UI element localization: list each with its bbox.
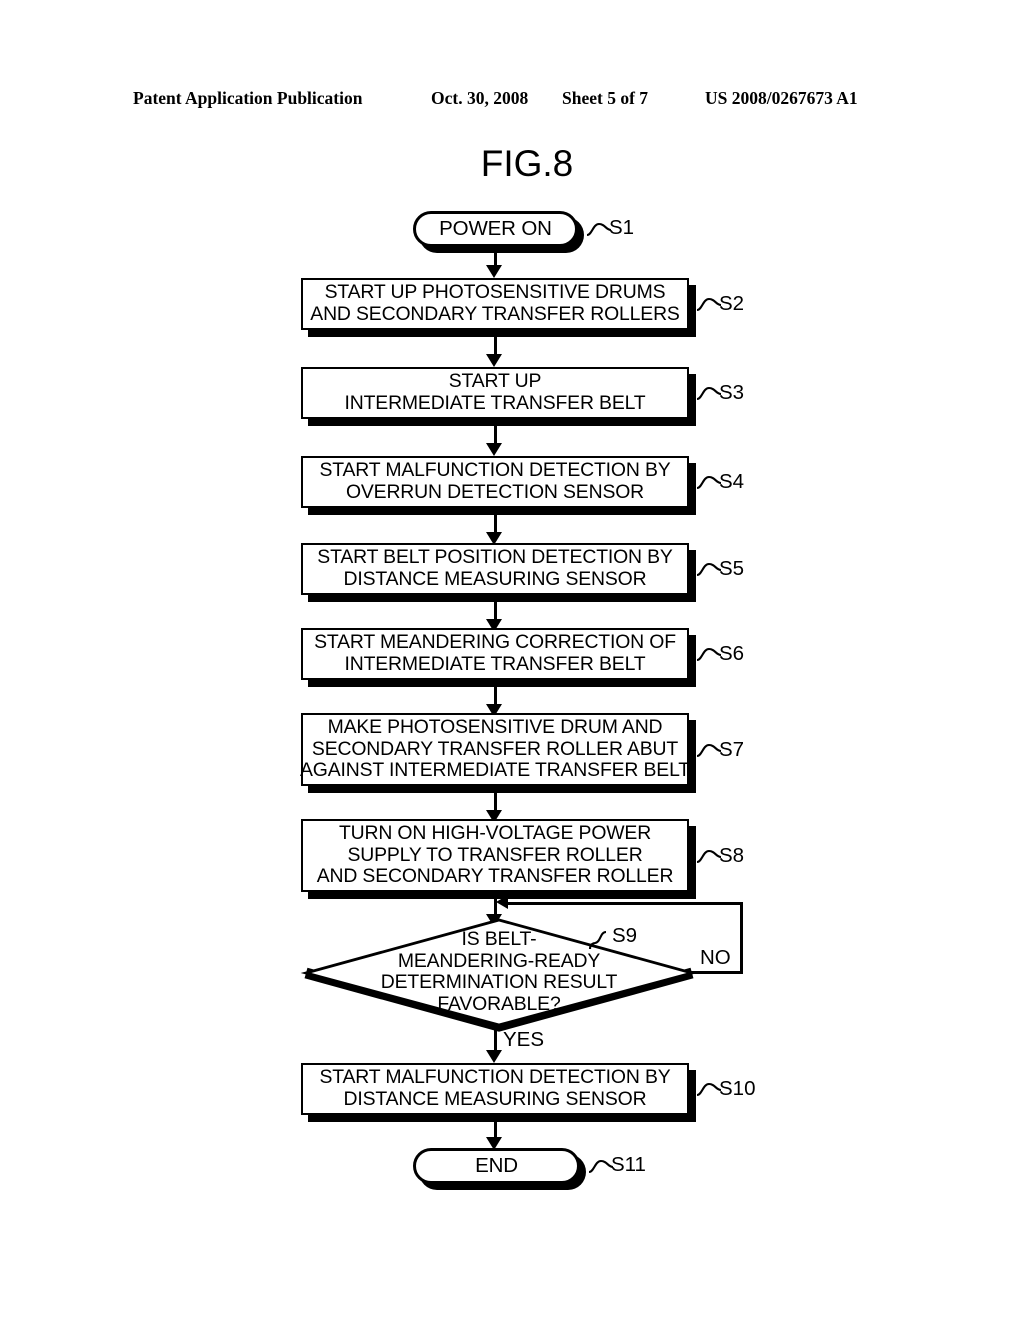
node-s5-belt-position-detection: START BELT POSITION DETECTION BY DISTANC… xyxy=(301,543,689,595)
arrowhead-s9-s10 xyxy=(486,1050,502,1063)
tag-s9: S9 xyxy=(612,924,638,947)
node-s8-high-voltage-power: TURN ON HIGH-VOLTAGE POWER SUPPLY TO TRA… xyxy=(301,819,689,892)
node-s9-decision-diamond xyxy=(300,918,698,1032)
node-s3-line-0: START UP xyxy=(448,370,542,393)
no-loop-vertical-right xyxy=(740,902,743,974)
node-s8-line-2: AND SECONDARY TRANSFER ROLLER xyxy=(316,865,674,888)
node-s2-line-1: AND SECONDARY TRANSFER ROLLERS xyxy=(310,303,680,325)
node-s8-line-1: SUPPLY TO TRANSFER ROLLER xyxy=(347,843,643,866)
node-s7-line-0: MAKE PHOTOSENSITIVE DRUM AND xyxy=(327,715,663,738)
tag-s2: S2 xyxy=(719,292,745,315)
figure-title-label: FIG.8 xyxy=(480,143,574,184)
node-s6-line-0: START MEANDERING CORRECTION OF xyxy=(314,631,676,654)
no-loop-horizontal-top xyxy=(505,902,743,905)
header-sheet-label: Sheet 5 of 7 xyxy=(562,88,649,108)
header-date-label: Oct. 30, 2008 xyxy=(431,88,529,108)
connector-s1-s2 xyxy=(494,247,497,267)
node-s5-line-1: DISTANCE MEASURING SENSOR xyxy=(343,568,647,590)
node-s2-start-up-drums: START UP PHOTOSENSITIVE DRUMS AND SECOND… xyxy=(301,278,689,330)
tag-s6: S6 xyxy=(719,642,745,665)
node-s10-line-1: DISTANCE MEASURING SENSOR xyxy=(343,1088,647,1110)
node-s1-power-on: POWER ON xyxy=(413,211,578,247)
tag-s8: S8 xyxy=(719,844,745,867)
tag-s3: S3 xyxy=(719,381,745,404)
arrowhead-s2-s3 xyxy=(486,354,502,367)
node-s11-line-0: END xyxy=(475,1154,518,1178)
arrowhead-s3-s4 xyxy=(486,443,502,456)
node-s11-end: END xyxy=(413,1148,580,1184)
node-s7-line-2: AGAINST INTERMEDIATE TRANSFER BELT xyxy=(300,759,690,782)
header-patent-number: US 2008/0267673 A1 xyxy=(705,88,858,108)
branch-label-yes: YES xyxy=(503,1028,545,1051)
tag-s4: S4 xyxy=(719,470,745,493)
branch-label-no: NO xyxy=(700,946,731,969)
node-s5-line-0: START BELT POSITION DETECTION BY xyxy=(317,546,673,569)
node-s6-line-1: INTERMEDIATE TRANSFER BELT xyxy=(344,653,646,675)
node-s4-line-1: OVERRUN DETECTION SENSOR xyxy=(345,481,645,503)
node-s10-line-0: START MALFUNCTION DETECTION BY xyxy=(319,1066,671,1089)
tag-curl-s9 xyxy=(588,930,607,950)
publication-header: Patent Application Publication Oct. 30, … xyxy=(0,88,1024,112)
figure-title: FIG.8 xyxy=(0,143,1024,185)
arrowhead-s1-s2 xyxy=(486,265,502,278)
node-s3-line-1: INTERMEDIATE TRANSFER BELT xyxy=(344,392,646,414)
tag-s11: S11 xyxy=(611,1153,646,1176)
node-s4-line-0: START MALFUNCTION DETECTION BY xyxy=(319,459,671,482)
tag-s1: S1 xyxy=(609,216,635,239)
node-s3-start-up-belt: START UP INTERMEDIATE TRANSFER BELT xyxy=(301,367,689,419)
node-s10-malfunction-distance: START MALFUNCTION DETECTION BY DISTANCE … xyxy=(301,1063,689,1115)
tag-s5: S5 xyxy=(719,557,745,580)
node-s2-line-0: START UP PHOTOSENSITIVE DRUMS xyxy=(324,281,666,304)
node-s7-line-1: SECONDARY TRANSFER ROLLER ABUT xyxy=(311,737,679,760)
tag-s7: S7 xyxy=(719,738,745,761)
node-s8-line-0: TURN ON HIGH-VOLTAGE POWER xyxy=(338,821,652,844)
tag-s10: S10 xyxy=(719,1077,756,1100)
node-s1-line-0: POWER ON xyxy=(439,217,552,241)
node-s6-meandering-correction: START MEANDERING CORRECTION OF INTERMEDI… xyxy=(301,628,689,680)
patent-figure-page: Patent Application Publication Oct. 30, … xyxy=(0,0,1024,1320)
header-publication-label: Patent Application Publication xyxy=(133,88,363,108)
arrowhead-no-loop xyxy=(496,895,508,909)
node-s7-drum-abut-belt: MAKE PHOTOSENSITIVE DRUM AND SECONDARY T… xyxy=(300,713,690,786)
node-s4-malfunction-overrun: START MALFUNCTION DETECTION BY OVERRUN D… xyxy=(301,456,689,508)
